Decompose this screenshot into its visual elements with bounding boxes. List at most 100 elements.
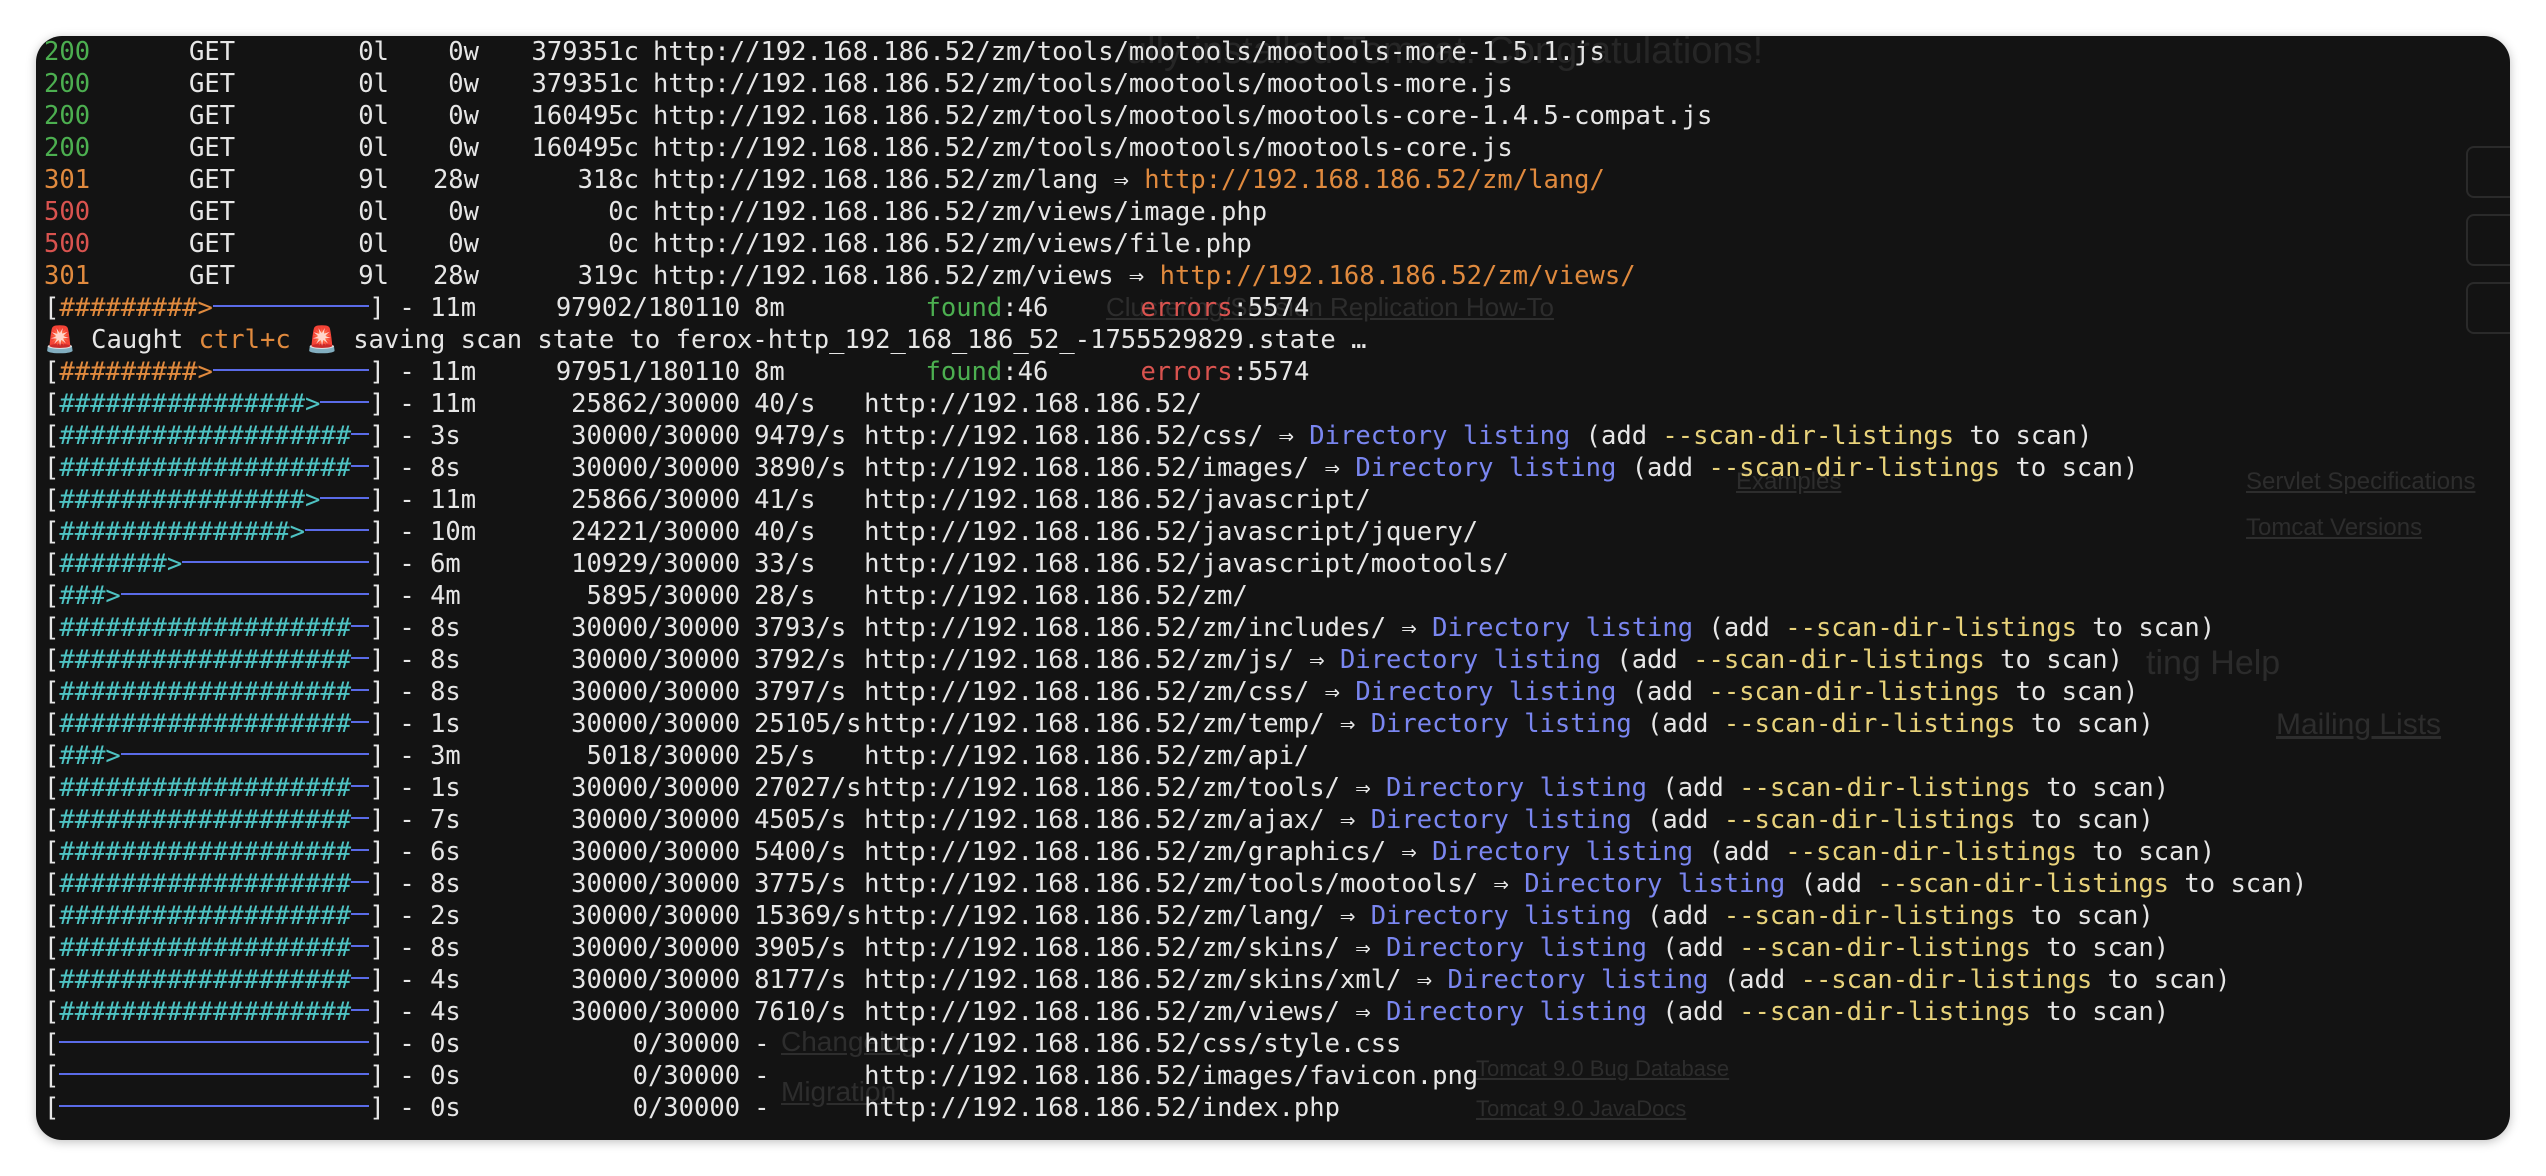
char-count: 319c (577, 261, 639, 291)
scan-url: http://192.168.186.52/zm/ (864, 581, 1248, 611)
scan-progress-line: [###################] - 4s 30000/30000 761… (44, 996, 2504, 1028)
request-rate: 3792/s (754, 645, 847, 675)
directory-listing-label: Directory listing (1355, 453, 1617, 483)
response-line: 200 GET 0l 0w 379351c http://192.168.186.52/z… (44, 68, 2504, 100)
dash: - (384, 421, 431, 451)
bar-bracket: [ (44, 549, 60, 579)
bar-fill: #######> (59, 549, 183, 579)
request-rate: 5400/s (754, 837, 847, 867)
word-count: 28w (432, 165, 479, 195)
request-count: 0/30000 (632, 1093, 741, 1123)
bar-bracket: [ (44, 837, 60, 867)
progress-bar: [###################] (44, 644, 385, 676)
request-count: 0/30000 (632, 1061, 741, 1091)
bar-fill: ################### (59, 965, 352, 995)
response-line: 500 GET 0l 0w 0c http://192.168.186.52/zm/vie… (44, 196, 2504, 228)
scan-url: http://192.168.186.52/zm/skins/ (864, 933, 1340, 963)
bar-bracket: ] (369, 293, 385, 323)
directory-listing-label: Directory listing (1370, 709, 1632, 739)
bar-fill: ################### (59, 709, 352, 739)
scan-dir-listings-flag: --scan-dir-listings (1877, 869, 2170, 899)
elapsed-time: 11m (430, 293, 477, 323)
bar-fill: ################> (59, 485, 321, 515)
request-count: 30000/30000 (571, 901, 741, 931)
word-count: 0w (448, 37, 479, 67)
hint-text: (add (1693, 837, 1786, 867)
line-count: 0l (358, 133, 389, 163)
errors-value: :5574 (1232, 357, 1310, 387)
hint-text: (add (1785, 869, 1878, 899)
request-rate: 27027/s (754, 773, 862, 803)
bar-fill: ###> (59, 581, 121, 611)
progress-bar: [###################] (44, 676, 385, 708)
bar-fill: #########> (59, 357, 213, 387)
terminal-window[interactable]: ully installed Tomcat. Congratulations! … (36, 36, 2510, 1140)
dash: - (384, 613, 431, 643)
scan-url: http://192.168.186.52/images/ (864, 453, 1310, 483)
bar-fill: ################### (59, 421, 352, 451)
bar-remaining (351, 625, 370, 627)
scan-progress-line: [###################] - 1s 30000/30000 270… (44, 772, 2504, 804)
hint-text: to scan) (2030, 773, 2170, 803)
terminal-output[interactable]: 200 GET 0l 0w 379351c http://192.168.186.52/z… (44, 36, 2504, 1124)
bar-bracket: ] (369, 805, 385, 835)
request-rate: - (754, 1029, 770, 1059)
scan-progress-line: [###################] - 8s 30000/30000 390… (44, 932, 2504, 964)
request-count: 30000/30000 (571, 613, 741, 643)
dash: - (384, 581, 431, 611)
bar-bracket: ] (369, 421, 385, 451)
scan-dir-listings-flag: --scan-dir-listings (1723, 709, 2016, 739)
scan-progress-line: [] - 0s 0/30000- http://192.168.186.52/ima… (44, 1060, 2504, 1092)
bar-bracket: ] (369, 773, 385, 803)
response-line: 500 GET 0l 0w 0c http://192.168.186.52/zm/vie… (44, 228, 2504, 260)
elapsed-time: 11m (430, 357, 477, 387)
request-rate: 40/s (754, 389, 816, 419)
scan-dir-listings-flag: --scan-dir-listings (1693, 645, 1985, 675)
bar-fill: #########> (59, 293, 213, 323)
bar-remaining (351, 1009, 370, 1011)
bar-fill: ################### (59, 997, 352, 1027)
request-count: 30000/30000 (571, 677, 741, 707)
scan-dir-listings-flag: --scan-dir-listings (1662, 421, 1955, 451)
request-count: 30000/30000 (571, 869, 741, 899)
scan-dir-listings-flag: --scan-dir-listings (1739, 997, 2031, 1027)
scan-url: http://192.168.186.52/javascript/mootool… (864, 549, 1509, 579)
bar-bracket: [ (44, 453, 60, 483)
bar-bracket: ] (369, 485, 385, 515)
bar-remaining (351, 721, 370, 723)
bar-bracket: ] (369, 645, 385, 675)
bar-bracket: ] (369, 677, 385, 707)
response-line: 200 GET 0l 0w 160495c http://192.168.186.52/z… (44, 100, 2504, 132)
bar-bracket: ] (369, 741, 385, 771)
bar-bracket: [ (44, 677, 60, 707)
hint-text: to scan) (2076, 837, 2216, 867)
bar-remaining (212, 305, 370, 307)
bar-bracket: ] (369, 549, 385, 579)
bar-remaining (351, 945, 370, 947)
scan-progress-line: [] - 0s 0/30000- http://192.168.186.52/css… (44, 1028, 2504, 1060)
response-url: http://192.168.186.52/zm/views/file.php (653, 229, 1252, 259)
status-code: 301 (44, 261, 91, 291)
progress-bar: [#######>] (44, 548, 385, 580)
bar-bracket: [ (44, 613, 60, 643)
progress-bar: [###>] (44, 740, 385, 772)
request-rate: 15369/s (754, 901, 862, 931)
bar-fill: ################### (59, 453, 352, 483)
overall-progress-line: [#########>] - 11m 97902/180110 8m found:4… (44, 292, 2504, 324)
response-url: http://192.168.186.52/zm/lang (653, 165, 1099, 195)
status-code: 200 (44, 133, 91, 163)
elapsed-time: 0s (430, 1093, 461, 1123)
request-count: 30000/30000 (571, 421, 741, 451)
bar-remaining (351, 785, 370, 787)
bar-remaining (120, 753, 370, 755)
errors-value: :5574 (1232, 293, 1310, 323)
scan-dir-listings-flag: --scan-dir-listings (1739, 933, 2031, 963)
directory-listing-label: Directory listing (1309, 421, 1571, 451)
elapsed-time: 7s (430, 805, 461, 835)
progress-bar: [###################] (44, 836, 385, 868)
directory-listing-label: Directory listing (1447, 965, 1709, 995)
scan-dir-listings-flag: --scan-dir-listings (1723, 805, 2016, 835)
elapsed-time: 11m (430, 389, 477, 419)
